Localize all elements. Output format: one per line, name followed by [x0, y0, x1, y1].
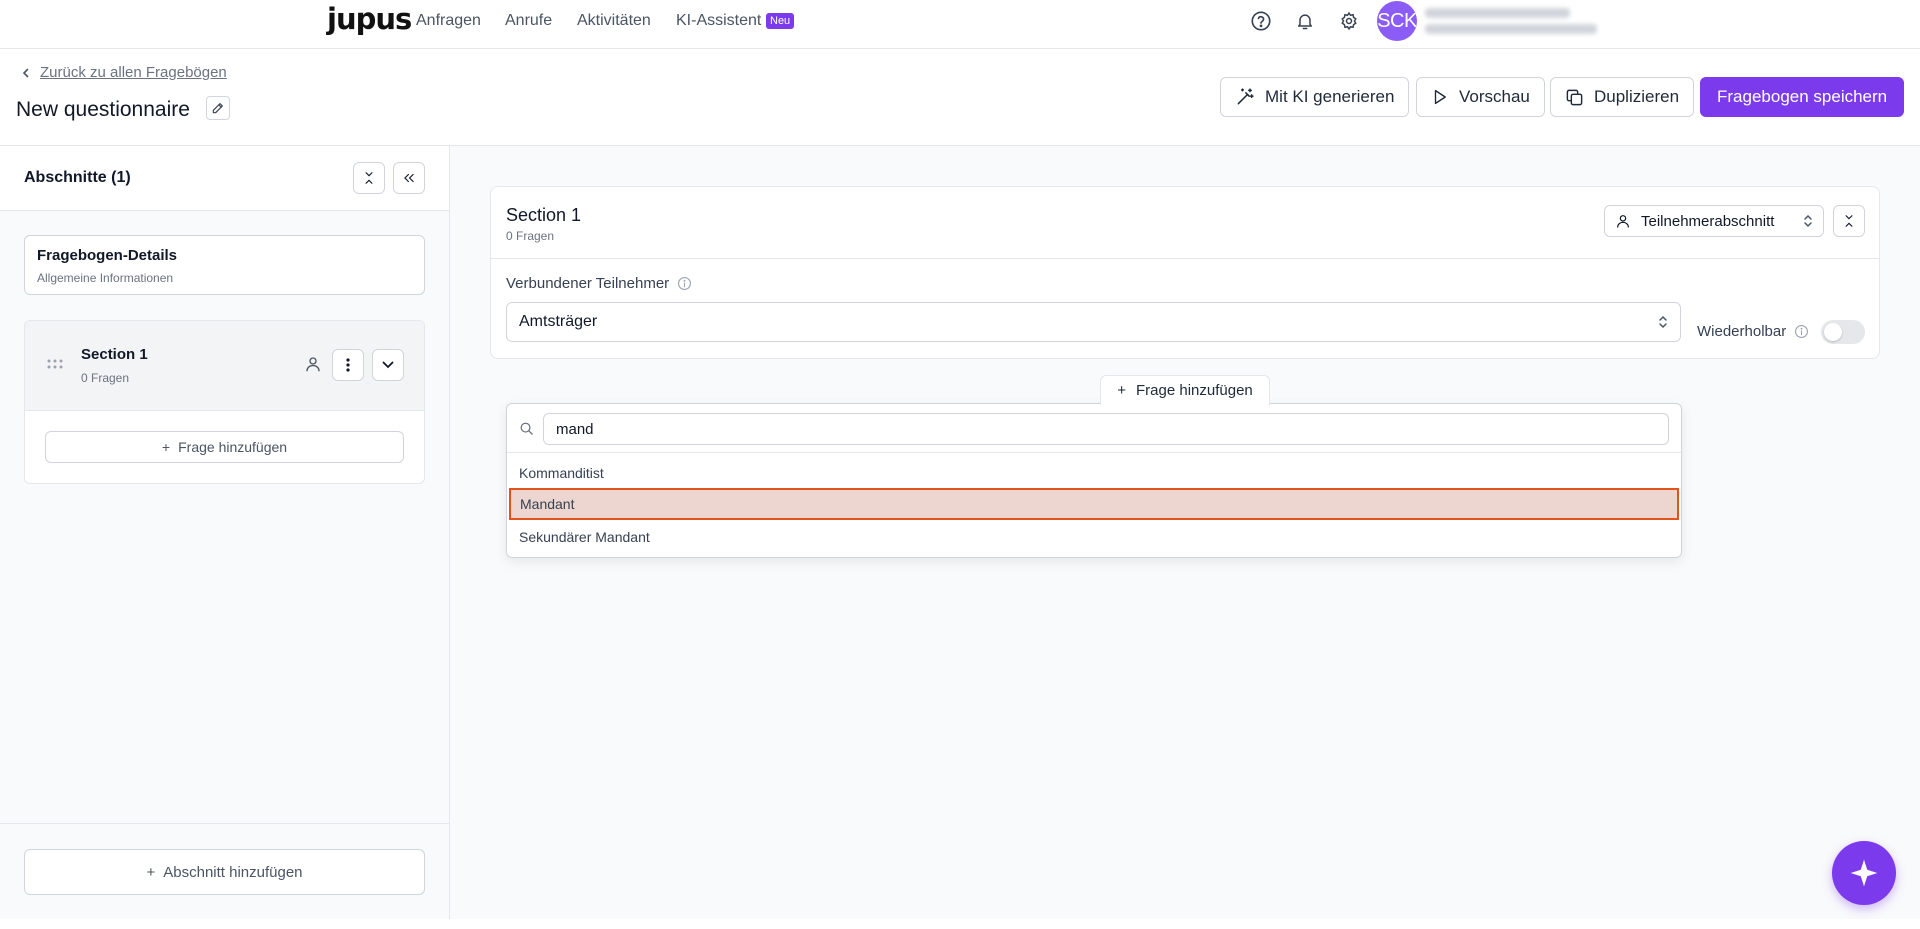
duplicate-button[interactable]: Duplizieren [1550, 77, 1695, 117]
participant-field-label: Verbundener Teilnehmer [506, 275, 692, 292]
collapse-all-button[interactable] [353, 162, 385, 194]
section-list-item: Section 1 0 Fragen + Frage hinzufügen [24, 320, 425, 484]
page-header: Zurück zu allen Fragebögen New questionn… [0, 49, 1920, 146]
section-row[interactable]: Section 1 0 Fragen [25, 321, 424, 411]
save-questionnaire-button[interactable]: Fragebogen speichern [1700, 77, 1905, 117]
plus-icon: + [161, 439, 171, 455]
repeatable-label: Wiederholbar [1697, 323, 1809, 340]
chevrons-left-icon [404, 173, 414, 183]
hide-sidebar-button[interactable] [393, 162, 425, 194]
plus-icon: + [146, 863, 156, 881]
question-type-dropdown: Kommanditist Mandant Sekundärer Mandant [506, 403, 1682, 558]
dropdown-option-mandant[interactable]: Mandant [509, 488, 1679, 520]
back-link[interactable]: Zurück zu allen Fragebögen [22, 64, 227, 81]
dropdown-option-sekundaerer-mandant[interactable]: Sekundärer Mandant [507, 521, 1681, 553]
collapse-vertical-icon [365, 172, 373, 184]
chevrons-up-down-icon [1659, 315, 1667, 329]
section-editor-header: Section 1 0 Fragen Teilnehmerabschnitt [491, 187, 1879, 259]
play-icon [1434, 89, 1446, 105]
details-subtitle: Allgemeine Informationen [37, 271, 174, 285]
info-icon [1795, 325, 1809, 338]
nav-link-ki-assistent[interactable]: KI-Assistent [676, 12, 761, 30]
ai-assistant-fab[interactable] [1832, 841, 1896, 905]
pencil-icon [212, 103, 223, 114]
search-icon [519, 421, 534, 436]
chevron-left-icon [22, 68, 30, 78]
sidebar-footer: + Abschnitt hinzufügen [0, 823, 449, 919]
toggle-knob [1824, 323, 1842, 341]
chevrons-up-down-icon [1804, 214, 1812, 228]
section-type-value: Teilnehmerabschnitt [1641, 212, 1775, 230]
top-navigation: jupus Anfragen Anrufe Aktivitäten KI-Ass… [0, 0, 1920, 49]
new-badge: Neu [766, 13, 795, 29]
section-collapse-button[interactable] [1833, 205, 1865, 237]
account-name-redacted [1425, 8, 1570, 18]
edit-title-button[interactable] [206, 96, 230, 120]
back-link-label: Zurück zu allen Fragebögen [40, 64, 227, 81]
sidebar-add-question-button[interactable]: + Frage hinzufügen [45, 431, 404, 463]
nav-link-aktivitaeten[interactable]: Aktivitäten [577, 12, 651, 30]
section-title: Section 1 [506, 205, 582, 225]
section-editor-card: Section 1 0 Fragen Teilnehmerabschnitt V… [490, 186, 1880, 359]
drag-handle-icon[interactable] [47, 359, 63, 369]
add-section-button[interactable]: + Abschnitt hinzufügen [24, 849, 425, 895]
sidebar-add-question-label: Frage hinzufügen [178, 439, 288, 455]
section-menu-button[interactable] [332, 349, 364, 381]
section-type-select[interactable]: Teilnehmerabschnitt [1604, 205, 1824, 237]
plus-icon: + [1117, 382, 1126, 399]
dropdown-search-input[interactable] [543, 413, 1669, 445]
user-icon [304, 354, 322, 374]
sparkle-icon [1850, 859, 1878, 887]
main-content: Section 1 0 Fragen Teilnehmerabschnitt V… [450, 146, 1920, 919]
participant-select[interactable]: Amtsträger [506, 302, 1681, 342]
ai-generate-button[interactable]: Mit KI generieren [1220, 77, 1410, 117]
repeatable-label-text: Wiederholbar [1697, 323, 1787, 340]
section-subtitle: 0 Fragen [506, 229, 555, 243]
sections-sidebar: Abschnitte (1) Fragebogen-Details Allgem… [0, 146, 450, 919]
help-icon[interactable] [1249, 9, 1273, 33]
add-question-label: Frage hinzufügen [1136, 382, 1253, 399]
questionnaire-details-card[interactable]: Fragebogen-Details Allgemeine Informatio… [24, 235, 425, 295]
sidebar-title: Abschnitte (1) [24, 169, 131, 186]
chevron-down-icon [382, 361, 394, 369]
section-expand-button[interactable] [372, 349, 404, 381]
gear-icon[interactable] [1337, 9, 1361, 33]
info-icon [678, 277, 692, 290]
copy-icon [1566, 89, 1583, 105]
dropdown-option-kommanditist[interactable]: Kommanditist [507, 457, 1681, 489]
sidebar-header: Abschnitte (1) [0, 146, 449, 211]
duplicate-label: Duplizieren [1594, 87, 1680, 106]
app-logo[interactable]: jupus [327, 2, 412, 36]
nav-link-anfragen[interactable]: Anfragen [416, 12, 481, 30]
participant-select-value: Amtsträger [519, 313, 598, 330]
dropdown-search-row [507, 404, 1681, 453]
section-name: Section 1 [81, 346, 148, 363]
preview-label: Vorschau [1459, 87, 1530, 106]
section-question-count: 0 Fragen [81, 371, 130, 385]
repeatable-toggle[interactable] [1821, 320, 1865, 344]
preview-button[interactable]: Vorschau [1416, 77, 1545, 117]
nav-link-anrufe[interactable]: Anrufe [505, 12, 552, 30]
add-section-label: Abschnitt hinzufügen [163, 863, 303, 881]
more-vertical-icon [346, 358, 350, 372]
page-title: New questionnaire [16, 98, 190, 121]
bell-icon[interactable] [1293, 9, 1317, 33]
user-icon [1617, 215, 1629, 228]
add-question-button[interactable]: + Frage hinzufügen [1100, 375, 1270, 405]
avatar[interactable]: SCK [1377, 1, 1417, 41]
account-email-redacted [1425, 24, 1597, 34]
ai-generate-label: Mit KI generieren [1265, 87, 1395, 106]
participant-label-text: Verbundener Teilnehmer [506, 275, 670, 292]
details-title: Fragebogen-Details [37, 247, 178, 264]
magic-wand-icon [1237, 88, 1254, 105]
collapse-vertical-icon [1845, 215, 1853, 227]
